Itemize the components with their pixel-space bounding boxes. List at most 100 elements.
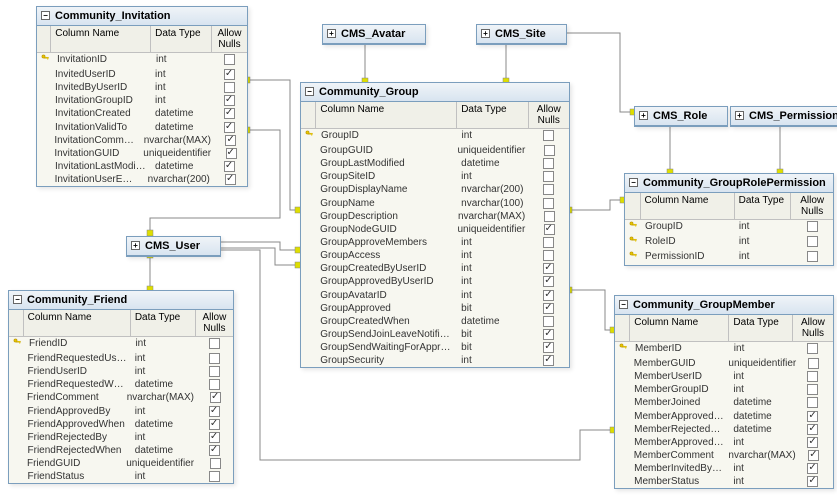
checkbox-icon[interactable]	[543, 171, 554, 182]
column-row[interactable]: InvitationCommentnvarchar(MAX)	[37, 134, 247, 147]
column-row[interactable]: GroupApprovedByUserIDint	[301, 275, 569, 288]
column-row[interactable]: InvitationIDint	[37, 53, 247, 68]
checkbox-icon[interactable]	[543, 329, 554, 340]
column-row[interactable]: FriendIDint	[9, 337, 233, 352]
checkbox-icon[interactable]	[209, 366, 220, 377]
checkbox-icon[interactable]	[209, 432, 220, 443]
checkbox-icon[interactable]	[209, 353, 220, 364]
checkbox-icon[interactable]	[544, 145, 555, 156]
column-row[interactable]: FriendApprovedWhendatetime	[9, 418, 233, 431]
checkbox-icon[interactable]	[224, 69, 235, 80]
column-row[interactable]: FriendRejectedWhendatetime	[9, 444, 233, 457]
checkbox-icon[interactable]	[224, 54, 235, 65]
column-row[interactable]: InvitationValidTodatetime	[37, 121, 247, 134]
table-title[interactable]: − Community_Group	[301, 83, 569, 102]
column-row[interactable]: GroupAvatarIDint	[301, 289, 569, 302]
column-row[interactable]: FriendRequestedUserIDint	[9, 352, 233, 365]
checkbox-icon[interactable]	[209, 419, 220, 430]
checkbox-icon[interactable]	[224, 122, 235, 133]
column-row[interactable]: GroupNamenvarchar(100)	[301, 197, 569, 210]
column-row[interactable]: FriendStatusint	[9, 470, 233, 483]
column-row[interactable]: InvitationGUIDuniqueidentifier	[37, 147, 247, 160]
column-row[interactable]: FriendRejectedByint	[9, 431, 233, 444]
checkbox-icon[interactable]	[210, 392, 221, 403]
checkbox-icon[interactable]	[224, 95, 235, 106]
checkbox-icon[interactable]	[209, 445, 220, 456]
column-row[interactable]: InvitationGroupIDint	[37, 94, 247, 107]
column-row[interactable]: GroupDescriptionnvarchar(MAX)	[301, 210, 569, 223]
expand-icon[interactable]: −	[305, 87, 314, 96]
table-community-grouprolepermission[interactable]: − Community_GroupRolePermission Column N…	[624, 173, 834, 266]
checkbox-icon[interactable]	[543, 316, 554, 327]
column-row[interactable]: GroupSecurityint	[301, 354, 569, 367]
checkbox-icon[interactable]	[808, 358, 819, 369]
table-title[interactable]: − Community_Invitation	[37, 7, 247, 26]
checkbox-icon[interactable]	[807, 384, 818, 395]
column-row[interactable]: MemberStatusint	[615, 475, 833, 488]
column-row[interactable]: GroupGUIDuniqueidentifier	[301, 144, 569, 157]
table-community-groupmember[interactable]: − Community_GroupMember Column Name Data…	[614, 295, 834, 489]
table-cms-role[interactable]: +CMS_Role	[634, 106, 728, 127]
table-title[interactable]: − Community_GroupRolePermission	[625, 174, 833, 193]
column-row[interactable]: GroupSiteIDint	[301, 170, 569, 183]
expand-icon[interactable]: +	[735, 111, 744, 120]
table-community-invitation[interactable]: − Community_Invitation Column Name Data …	[36, 6, 248, 187]
checkbox-icon[interactable]	[543, 158, 554, 169]
checkbox-icon[interactable]	[807, 437, 818, 448]
checkbox-icon[interactable]	[543, 276, 554, 287]
checkbox-icon[interactable]	[543, 290, 554, 301]
checkbox-icon[interactable]	[209, 338, 220, 349]
checkbox-icon[interactable]	[543, 303, 554, 314]
table-title[interactable]: − Community_Friend	[9, 291, 233, 310]
checkbox-icon[interactable]	[543, 184, 554, 195]
checkbox-icon[interactable]	[808, 450, 819, 461]
expand-icon[interactable]: +	[639, 111, 648, 120]
column-row[interactable]: GroupDisplayNamenvarchar(200)	[301, 183, 569, 196]
checkbox-icon[interactable]	[209, 471, 220, 482]
checkbox-icon[interactable]	[807, 236, 818, 247]
column-row[interactable]: MemberApprovedByU...int	[615, 436, 833, 449]
column-row[interactable]: GroupNodeGUIDuniqueidentifier	[301, 223, 569, 236]
expand-icon[interactable]: +	[131, 241, 140, 250]
table-community-friend[interactable]: − Community_Friend Column Name Data Type…	[8, 290, 234, 484]
table-cms-permission[interactable]: +CMS_Permission	[730, 106, 837, 127]
table-cms-avatar[interactable]: +CMS_Avatar	[322, 24, 426, 45]
column-row[interactable]: FriendUserIDint	[9, 365, 233, 378]
checkbox-icon[interactable]	[807, 424, 818, 435]
column-row[interactable]: GroupCreatedByUserIDint	[301, 262, 569, 275]
checkbox-icon[interactable]	[807, 221, 818, 232]
table-cms-site[interactable]: +CMS_Site	[476, 24, 567, 45]
checkbox-icon[interactable]	[807, 343, 818, 354]
checkbox-icon[interactable]	[543, 250, 554, 261]
checkbox-icon[interactable]	[224, 108, 235, 119]
checkbox-icon[interactable]	[544, 211, 555, 222]
expand-icon[interactable]: −	[619, 300, 628, 309]
checkbox-icon[interactable]	[210, 458, 221, 469]
table-title[interactable]: − Community_GroupMember	[615, 296, 833, 315]
column-row[interactable]: MemberApprovedWhendatetime	[615, 410, 833, 423]
expand-icon[interactable]: +	[327, 29, 336, 38]
column-row[interactable]: GroupIDint	[301, 129, 569, 144]
checkbox-icon[interactable]	[209, 379, 220, 390]
table-community-group[interactable]: − Community_Group Column Name Data Type …	[300, 82, 570, 368]
checkbox-icon[interactable]	[226, 148, 237, 159]
checkbox-icon[interactable]	[543, 263, 554, 274]
column-row[interactable]: MemberIDint	[615, 342, 833, 357]
column-row[interactable]: GroupCreatedWhendatetime	[301, 315, 569, 328]
column-row[interactable]: GroupApproveMembersint	[301, 236, 569, 249]
column-row[interactable]: GroupApprovedbit	[301, 302, 569, 315]
column-row[interactable]: InvitedByUserIDint	[37, 81, 247, 94]
expand-icon[interactable]: −	[13, 295, 22, 304]
column-row[interactable]: GroupIDint	[625, 220, 833, 235]
column-row[interactable]: MemberJoineddatetime	[615, 396, 833, 409]
checkbox-icon[interactable]	[543, 355, 554, 366]
checkbox-icon[interactable]	[544, 224, 555, 235]
checkbox-icon[interactable]	[225, 135, 236, 146]
checkbox-icon[interactable]	[543, 198, 554, 209]
checkbox-icon[interactable]	[807, 371, 818, 382]
checkbox-icon[interactable]	[209, 406, 220, 417]
column-row[interactable]: FriendGUIDuniqueidentifier	[9, 457, 233, 470]
column-row[interactable]: GroupLastModifieddatetime	[301, 157, 569, 170]
expand-icon[interactable]: −	[41, 11, 50, 20]
checkbox-icon[interactable]	[807, 463, 818, 474]
